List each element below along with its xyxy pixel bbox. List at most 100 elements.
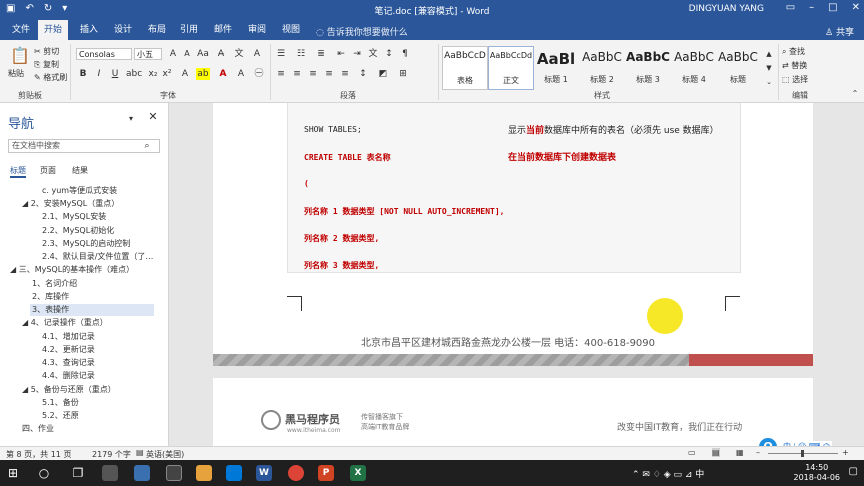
nav-tab-pages[interactable]: 页面 [40, 165, 56, 176]
phonetic-icon[interactable]: 文 [232, 48, 246, 60]
paste-icon[interactable]: 📋 [10, 46, 30, 66]
chinese-layout-icon[interactable]: 文 [366, 48, 380, 60]
char-border-icon[interactable]: A [250, 48, 264, 60]
word-icon[interactable]: W [256, 465, 272, 481]
app-icon[interactable] [134, 465, 150, 481]
print-layout-icon[interactable]: ▤ [712, 448, 720, 457]
ribbon-display-icon[interactable]: ▭ [786, 2, 795, 13]
subscript-icon[interactable]: x₂ [146, 68, 160, 80]
nav-heading[interactable]: ◢ 5、备份与还原（重点） [22, 384, 116, 396]
superscript-icon[interactable]: x² [160, 68, 174, 80]
nav-heading[interactable]: 四、作业 [22, 423, 54, 435]
tab-references[interactable]: 引用 [174, 20, 204, 40]
tab-layout[interactable]: 布局 [142, 20, 172, 40]
styles-scroll-up-icon[interactable]: ▲ [762, 48, 776, 60]
task-view-icon[interactable]: ❐ [70, 465, 86, 481]
search-icon[interactable]: ⌕ [140, 140, 154, 152]
document-page[interactable]: 黑马程序员 www.itheima.com 传智播客旗下 高端IT教育品牌 改变… [213, 378, 813, 446]
nav-tab-results[interactable]: 结果 [72, 165, 88, 176]
nav-heading[interactable]: ◢ 2、安装MySQL（重点） [22, 198, 119, 210]
highlight-icon[interactable]: ab [196, 68, 210, 80]
notifications-icon[interactable]: ▢ [849, 466, 858, 477]
increase-indent-icon[interactable]: ⇥ [350, 48, 364, 60]
proofing-icon[interactable]: ▤ [136, 448, 144, 457]
zoom-in-icon[interactable]: + [842, 448, 849, 457]
font-size-select[interactable]: 小五 [134, 48, 162, 60]
style-title[interactable]: AaBbC 标题 [716, 46, 760, 88]
strikethrough-icon[interactable]: abc [126, 68, 142, 80]
nav-heading[interactable]: 4.3、查询记录 [42, 357, 95, 369]
align-center-icon[interactable]: ≡ [290, 68, 304, 80]
styles-more-icon[interactable]: ⌄ [762, 76, 776, 88]
shrink-font-icon[interactable]: A [180, 48, 194, 60]
nav-heading[interactable]: c. yum等便瓜式安装 [42, 185, 117, 197]
nav-heading-selected[interactable]: 3、表操作 [30, 304, 154, 316]
tab-mailings[interactable]: 邮件 [208, 20, 238, 40]
style-heading-4[interactable]: AaBbC 标题 4 [672, 46, 716, 88]
numbering-icon[interactable]: ☷ [294, 48, 308, 60]
font-name-select[interactable]: Consolas [76, 48, 132, 60]
align-right-icon[interactable]: ≡ [306, 68, 320, 80]
nav-heading[interactable]: 1、名词介绍 [32, 278, 77, 290]
bold-icon[interactable]: B [76, 68, 90, 80]
nav-heading[interactable]: 2.4、默认目录/文件位置（了… [42, 251, 153, 263]
clear-format-icon[interactable]: A̶ [214, 48, 228, 60]
read-mode-icon[interactable]: ▭ [688, 448, 696, 457]
replace-button[interactable]: ⇄ 替换 [782, 60, 807, 71]
chrome-icon[interactable] [288, 465, 304, 481]
tab-home[interactable]: 开始 [38, 20, 69, 40]
copy-button[interactable]: ⎘ 复制 [34, 59, 59, 70]
enclose-char-icon[interactable]: ㊀ [252, 68, 266, 80]
tab-insert[interactable]: 插入 [74, 20, 104, 40]
minimize-icon[interactable]: – [809, 2, 814, 13]
style-table[interactable]: AaBbCcD 表格 [442, 46, 488, 90]
windows-start-icon[interactable]: ⊞ [8, 466, 18, 480]
word-count[interactable]: 2179 个字 [92, 449, 131, 460]
collapse-ribbon-icon[interactable]: ⌃ [848, 88, 862, 100]
nav-heading[interactable]: ◢ 4、记录操作（重点） [22, 317, 108, 329]
tab-design[interactable]: 设计 [108, 20, 138, 40]
excel-icon[interactable]: X [350, 465, 366, 481]
grow-font-icon[interactable]: A [166, 48, 180, 60]
nav-heading[interactable]: 2.3、MySQL的启动控制 [42, 238, 130, 250]
tab-review[interactable]: 审阅 [242, 20, 272, 40]
char-shading-icon[interactable]: A [234, 68, 248, 80]
powerpoint-icon[interactable]: P [318, 465, 334, 481]
nav-heading[interactable]: 2、库操作 [32, 291, 69, 303]
style-heading-3[interactable]: AaBbC 标题 3 [626, 46, 670, 88]
change-case-icon[interactable]: Aa [196, 48, 210, 60]
zoom-slider-thumb[interactable] [801, 450, 804, 457]
nav-heading[interactable]: ◢ 三、MySQL的基本操作（难点） [10, 264, 134, 276]
nav-heading[interactable]: 4.4、删除记录 [42, 370, 95, 382]
nav-heading[interactable]: 4.2、更新记录 [42, 344, 95, 356]
nav-heading[interactable]: 2.2、MySQL初始化 [42, 225, 114, 237]
tray-icons[interactable]: ⌃ ✉ ♢ ◈ ▭ ⊿ 中 [632, 467, 704, 480]
document-page[interactable]: SHOW TABLES; 显示当前数据库中所有的表名（必须先 use 数据库） … [213, 103, 813, 364]
borders-icon[interactable]: ⊞ [396, 68, 410, 80]
text-effects-icon[interactable]: A [178, 68, 192, 80]
nav-heading[interactable]: 2.1、MySQL安装 [42, 211, 106, 223]
tab-file[interactable]: 文件 [6, 20, 36, 40]
bullets-icon[interactable]: ☰ [274, 48, 288, 60]
justify-icon[interactable]: ≡ [322, 68, 336, 80]
tell-me-box[interactable]: ◌ 告诉我你想要做什么 [316, 25, 408, 38]
underline-icon[interactable]: U [108, 68, 122, 80]
styles-scroll-down-icon[interactable]: ▼ [762, 62, 776, 74]
zoom-out-icon[interactable]: – [756, 448, 760, 457]
nav-tab-headings[interactable]: 标题 [10, 165, 26, 176]
store-icon[interactable] [226, 465, 242, 481]
page-count[interactable]: 第 8 页，共 11 页 [6, 449, 71, 460]
nav-heading[interactable]: 4.1、增加记录 [42, 331, 95, 343]
web-layout-icon[interactable]: ▦ [736, 448, 744, 457]
align-left-icon[interactable]: ≡ [274, 68, 288, 80]
share-button[interactable]: ♙ 共享 [825, 25, 854, 38]
app-icon[interactable] [166, 465, 182, 481]
maximize-icon[interactable]: □ [828, 2, 837, 13]
select-button[interactable]: ⬚ 选择 [782, 74, 808, 85]
font-color-icon[interactable]: A [216, 68, 230, 80]
decrease-indent-icon[interactable]: ⇤ [334, 48, 348, 60]
nav-heading[interactable]: 5.2、还原 [42, 410, 79, 422]
language[interactable]: 英语(美国) [146, 449, 184, 460]
italic-icon[interactable]: I [92, 68, 106, 80]
nav-options-icon[interactable]: ▾ [124, 113, 138, 125]
